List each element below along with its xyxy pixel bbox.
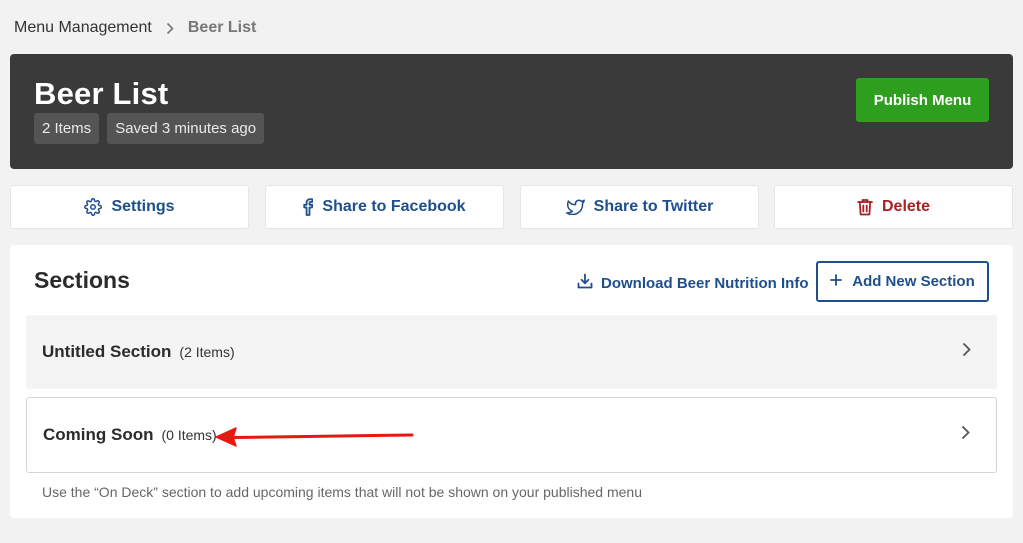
twitter-icon	[565, 199, 585, 215]
action-bar: Settings Share to Facebook Share to Twit…	[10, 185, 1013, 229]
sections-title: Sections	[34, 267, 130, 293]
share-twitter-label: Share to Twitter	[593, 198, 714, 215]
on-deck-hint: Use the “On Deck” section to add upcomin…	[42, 484, 642, 500]
breadcrumb-current: Beer List	[187, 19, 257, 36]
header-badges: 2 Items Saved 3 minutes ago	[34, 113, 265, 144]
share-facebook-label: Share to Facebook	[322, 198, 466, 215]
share-facebook-button[interactable]: Share to Facebook	[265, 185, 504, 229]
saved-status-badge: Saved 3 minutes ago	[107, 113, 265, 144]
settings-label: Settings	[111, 198, 175, 215]
sections-panel: Sections Download Beer Nutrition Info Ad…	[10, 245, 1013, 518]
publish-menu-button[interactable]: Publish Menu	[856, 78, 989, 122]
download-nutrition-label: Download Beer Nutrition Info	[601, 274, 809, 292]
chevron-right-icon	[961, 425, 970, 445]
facebook-icon	[303, 198, 314, 216]
breadcrumb: Menu Management Beer List	[14, 19, 256, 37]
section-name: Coming Soon	[43, 425, 154, 444]
download-icon	[577, 273, 593, 293]
plus-icon	[830, 273, 843, 290]
trash-icon	[857, 198, 873, 216]
section-row-coming-soon[interactable]: Coming Soon (0 Items)	[26, 397, 997, 473]
add-new-section-label: Add New Section	[852, 273, 975, 290]
page-title: Beer List	[34, 76, 169, 111]
section-item-count: (2 Items)	[179, 344, 235, 360]
delete-label: Delete	[881, 198, 931, 215]
chevron-right-icon	[166, 22, 174, 35]
add-new-section-button[interactable]: Add New Section	[816, 261, 989, 302]
items-count-badge: 2 Items	[34, 113, 100, 144]
chevron-right-icon	[962, 342, 971, 362]
download-nutrition-link[interactable]: Download Beer Nutrition Info	[577, 273, 809, 293]
settings-button[interactable]: Settings	[10, 185, 249, 229]
share-twitter-button[interactable]: Share to Twitter	[520, 185, 759, 229]
gear-icon	[84, 198, 103, 216]
section-row-untitled[interactable]: Untitled Section (2 Items)	[26, 315, 997, 389]
section-item-count: (0 Items)	[161, 427, 217, 443]
section-name: Untitled Section	[42, 342, 172, 361]
delete-button[interactable]: Delete	[774, 185, 1013, 229]
menu-header: Beer List 2 Items Saved 3 minutes ago Pu…	[10, 54, 1013, 169]
breadcrumb-menu-management-link[interactable]: Menu Management	[14, 19, 152, 37]
